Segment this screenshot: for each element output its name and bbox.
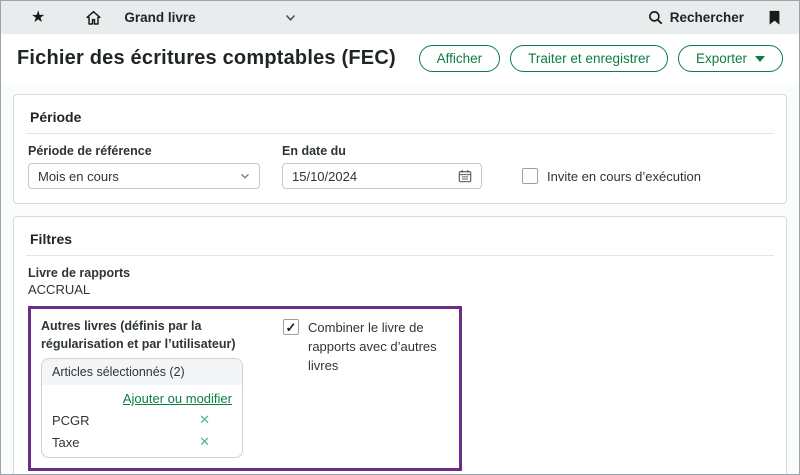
combine-books-checkbox-label: Combiner le livre de rapports avec d’aut… [308, 319, 449, 376]
run-prompt-checkbox[interactable] [522, 168, 538, 184]
selected-items-header: Articles sélectionnés (2) [42, 359, 242, 385]
as-of-date-input[interactable]: 15/10/2024 [282, 163, 482, 189]
add-or-edit-link[interactable]: Ajouter ou modifier [123, 391, 232, 406]
run-prompt-checkbox-row[interactable]: Invite en cours d’exécution [522, 168, 701, 187]
as-of-date-label: En date du [282, 144, 482, 158]
reporting-book-value: ACCRUAL [28, 282, 772, 297]
calendar-icon[interactable] [458, 169, 472, 183]
selected-item-label: Taxe [52, 435, 79, 450]
as-of-date-value: 15/10/2024 [292, 169, 357, 184]
app-window: ★ Grand livre Rechercher Fichier des écr… [0, 0, 800, 475]
as-of-date-field: En date du 15/10/2024 [282, 144, 482, 189]
page-header: Fichier des écritures comptables (FEC) A… [1, 34, 799, 84]
selected-items-panel: Articles sélectionnés (2) Ajouter ou mod… [41, 358, 243, 458]
bookmark-icon[interactable] [768, 10, 781, 26]
topbar-right-group: Rechercher [648, 10, 781, 26]
export-button[interactable]: Exporter [678, 45, 783, 72]
combine-books-checkbox-row[interactable]: Combiner le livre de rapports avec d’aut… [283, 319, 449, 376]
module-label: Grand livre [124, 10, 195, 25]
filtres-section: Filtres Livre de rapports ACCRUAL Autres… [13, 216, 787, 475]
search-icon [648, 10, 663, 25]
selected-item-row: Taxe ✕ [42, 431, 242, 457]
divider [26, 255, 774, 256]
highlight-annotation-box: Autres livres (définis par la régularisa… [28, 306, 462, 471]
selected-item-label: PCGR [52, 413, 90, 428]
other-books-field: Autres livres (définis par la régularisa… [41, 317, 243, 458]
filtres-section-title: Filtres [28, 227, 772, 255]
periode-section: Période Période de référence Mois en cou… [13, 94, 787, 204]
search-button[interactable]: Rechercher [648, 10, 744, 25]
remove-item-icon[interactable]: ✕ [199, 434, 232, 450]
search-label: Rechercher [670, 10, 744, 25]
reference-period-select[interactable]: Mois en cours [28, 163, 260, 189]
other-books-label: Autres livres (définis par la régularisa… [41, 317, 243, 353]
show-button[interactable]: Afficher [419, 45, 501, 72]
process-and-save-button[interactable]: Traiter et enregistrer [510, 45, 668, 72]
combine-books-field: Combiner le livre de rapports avec d’aut… [283, 319, 449, 376]
page-title: Fichier des écritures comptables (FEC) [17, 47, 396, 70]
reference-period-label: Période de référence [28, 144, 260, 158]
divider [26, 133, 774, 134]
caret-down-icon [755, 56, 765, 62]
process-button-label: Traiter et enregistrer [528, 51, 650, 66]
home-icon[interactable] [85, 10, 102, 26]
show-button-label: Afficher [437, 51, 483, 66]
module-switcher-dropdown[interactable]: Grand livre [124, 10, 296, 25]
export-button-label: Exporter [696, 51, 747, 66]
page-action-buttons: Afficher Traiter et enregistrer Exporter [419, 45, 783, 72]
combine-books-checkbox[interactable] [283, 319, 299, 335]
reference-period-field: Période de référence Mois en cours [28, 144, 260, 189]
star-icon[interactable]: ★ [31, 10, 45, 26]
selected-item-row: PCGR ✕ [42, 409, 242, 431]
run-prompt-checkbox-label: Invite en cours d’exécution [547, 168, 701, 187]
remove-item-icon[interactable]: ✕ [199, 412, 232, 428]
reporting-book-label: Livre de rapports [28, 266, 772, 280]
periode-section-title: Période [28, 105, 772, 133]
reference-period-value: Mois en cours [38, 169, 119, 184]
top-navigation-bar: ★ Grand livre Rechercher [1, 1, 799, 34]
chevron-down-icon [240, 173, 250, 180]
chevron-down-icon [285, 14, 296, 22]
